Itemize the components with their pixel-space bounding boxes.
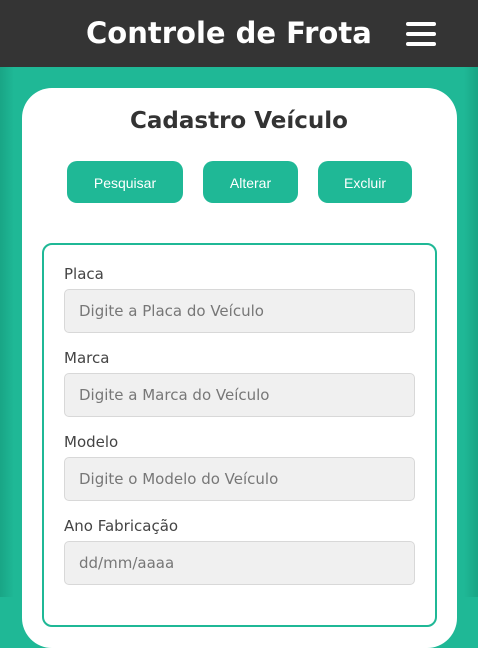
marca-input[interactable]: [64, 373, 415, 417]
marca-label: Marca: [64, 349, 110, 367]
menu-line: [406, 22, 436, 26]
search-button[interactable]: Pesquisar: [67, 161, 183, 203]
hamburger-menu-icon[interactable]: [406, 20, 438, 48]
delete-button[interactable]: Excluir: [318, 161, 412, 203]
top-bar: Controle de Frota: [0, 0, 478, 67]
placa-label: Placa: [64, 265, 104, 283]
ano-fabricacao-input[interactable]: [64, 541, 415, 585]
edit-button[interactable]: Alterar: [203, 161, 298, 203]
modelo-input[interactable]: [64, 457, 415, 501]
app-title: Controle de Frota: [86, 16, 372, 50]
page-title: Cadastro Veículo: [130, 108, 348, 134]
menu-line: [406, 42, 436, 46]
menu-line: [406, 32, 436, 36]
placa-input[interactable]: [64, 289, 415, 333]
ano-fabricacao-label: Ano Fabricação: [64, 517, 179, 535]
modelo-label: Modelo: [64, 433, 119, 451]
